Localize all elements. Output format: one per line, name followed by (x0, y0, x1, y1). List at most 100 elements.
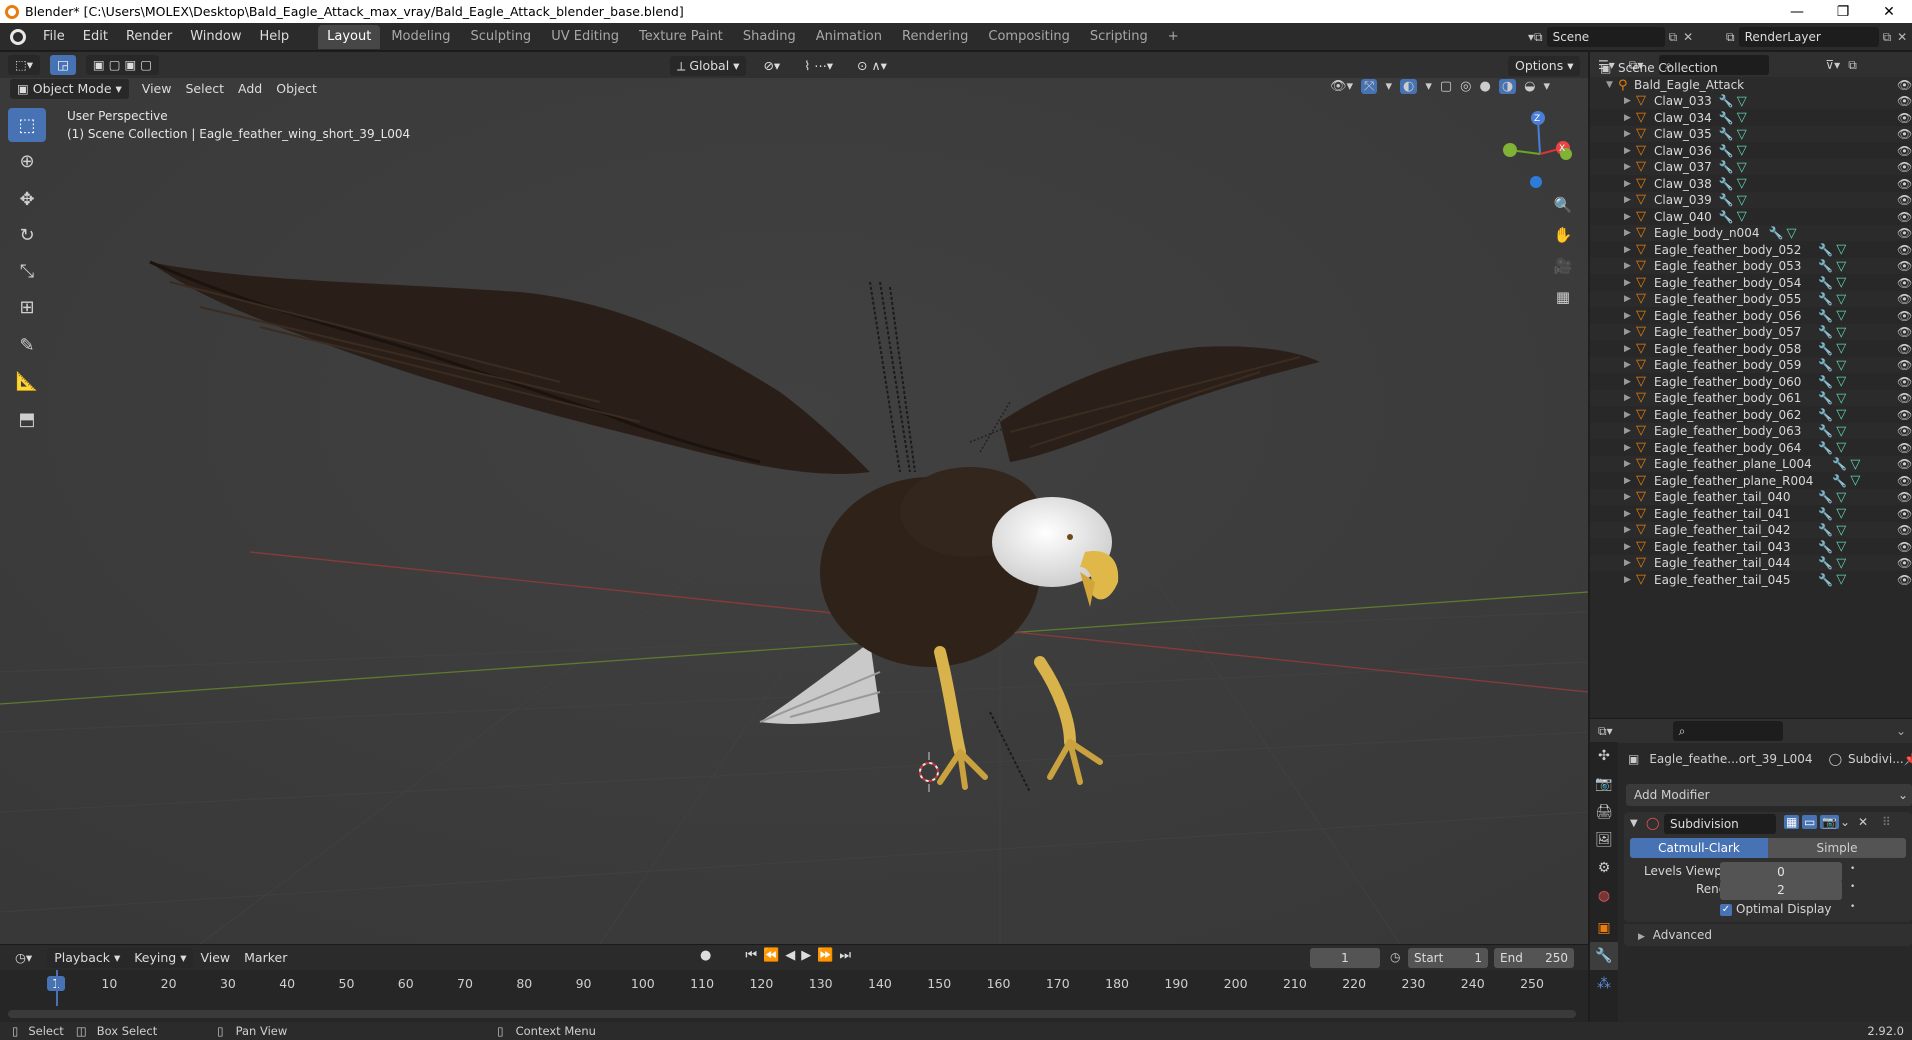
eye-icon[interactable]: 👁 (1897, 424, 1912, 438)
advanced-panel[interactable]: ▶ Advanced (1624, 924, 1912, 946)
modifier-wrench-icon[interactable]: 🔧 (1719, 94, 1734, 108)
move-tool-icon[interactable]: ✥ (8, 182, 46, 216)
outliner-row[interactable]: ▶ ▽ Eagle_feather_body_061 🔧 ▽ 👁 (1590, 390, 1912, 406)
eye-icon[interactable]: 👁 (1897, 408, 1912, 422)
record-icon[interactable]: ● (700, 948, 711, 963)
editor-type-icon[interactable]: ⬚▾ (8, 55, 41, 75)
camera-view-icon[interactable]: 🎥 (1548, 251, 1578, 281)
expand-arrow-icon[interactable]: ▶ (1624, 179, 1631, 189)
eye-icon[interactable]: 👁 (1897, 226, 1912, 240)
outliner-row[interactable]: ▶ ▽ Eagle_feather_body_054 🔧 ▽ 👁 (1590, 275, 1912, 291)
mesh-data-icon[interactable]: ▽ (1737, 193, 1747, 208)
tab-scripting[interactable]: Scripting (1081, 25, 1157, 49)
shading-wireframe-icon[interactable]: ◎ (1460, 79, 1471, 94)
timeline-menu-marker[interactable]: Marker (237, 948, 294, 968)
play-reverse-icon[interactable]: ◀ (785, 948, 795, 963)
playback-dropdown[interactable]: Playback ▾ (47, 947, 128, 968)
selection-mode-icons[interactable]: ▣ ▢ ▣ ▢ (85, 55, 160, 75)
expand-arrow-icon[interactable]: ▶ (1624, 294, 1631, 304)
mesh-data-icon[interactable]: ▽ (1836, 292, 1846, 307)
outliner-row[interactable]: ▶ ▽ Eagle_feather_body_057 🔧 ▽ 👁 (1590, 324, 1912, 340)
outliner-row[interactable]: ▶ ▽ Eagle_feather_body_060 🔧 ▽ 👁 (1590, 374, 1912, 390)
outliner-row[interactable]: ▶ ▽ Eagle_feather_body_059 🔧 ▽ 👁 (1590, 357, 1912, 373)
outliner[interactable]: ☰▾ ⧉▾ ⌕ ⊽▾ ⧉ ▣ Scene Collection ▼ ⚲ Bald_Eag… (1590, 52, 1912, 718)
eye-icon[interactable]: 👁 (1897, 342, 1912, 356)
modifier-wrench-icon[interactable]: 🔧 (1818, 391, 1833, 405)
collapse-arrow-icon[interactable]: ▼ (1630, 818, 1638, 829)
select-tool-icon[interactable]: ◲ (50, 55, 76, 75)
modifier-wrench-icon[interactable]: 🔧 (1769, 226, 1784, 240)
mesh-data-icon[interactable]: ▽ (1836, 523, 1846, 538)
modifier-wrench-icon[interactable]: 🔧 (1719, 210, 1734, 224)
expand-arrow-icon[interactable]: ▶ (1624, 558, 1631, 568)
mesh-data-icon[interactable]: ▽ (1737, 176, 1747, 191)
cursor-tool-icon[interactable]: ⊕ (8, 144, 46, 178)
expand-arrow-icon[interactable]: ▶ (1624, 245, 1631, 255)
mesh-data-icon[interactable]: ▽ (1850, 457, 1860, 472)
outliner-row[interactable]: ▶ ▽ Claw_040 🔧 ▽ 👁 (1590, 209, 1912, 225)
ortho-grid-icon[interactable]: ▦ (1548, 282, 1578, 312)
eye-icon[interactable]: 👁 (1897, 210, 1912, 224)
mesh-data-icon[interactable]: ▽ (1836, 490, 1846, 505)
menu-view[interactable]: View (135, 79, 179, 99)
tab-animation[interactable]: Animation (807, 25, 891, 49)
modifier-wrench-icon[interactable]: 🔧 (1818, 573, 1833, 587)
transform-orientation-dropdown[interactable]: ⟂ Global ▾ (670, 56, 747, 76)
modifier-wrench-icon[interactable]: 🔧 (1719, 177, 1734, 191)
scene-tab-icon[interactable]: ⚙ (1590, 854, 1618, 882)
outliner-row[interactable]: ▶ ▽ Eagle_feather_body_055 🔧 ▽ 👁 (1590, 291, 1912, 307)
mesh-data-icon[interactable]: ▽ (1836, 407, 1846, 422)
outliner-row[interactable]: ▶ ▽ Eagle_feather_body_056 🔧 ▽ 👁 (1590, 308, 1912, 324)
simple-option[interactable]: Simple (1768, 838, 1906, 858)
edit-mode-toggle-icon[interactable]: ▦ (1784, 815, 1800, 829)
remove-layer-icon[interactable]: ✕ (1897, 30, 1907, 44)
mesh-data-icon[interactable]: ▽ (1836, 391, 1846, 406)
world-tab-icon[interactable]: ◍ (1590, 882, 1618, 910)
expand-arrow-icon[interactable]: ▶ (1624, 146, 1631, 156)
transform-tool-icon[interactable]: ⊞ (8, 290, 46, 324)
menu-render[interactable]: Render (117, 26, 181, 48)
outliner-row[interactable]: ▶ ▽ Eagle_body_n004 🔧 ▽ 👁 (1590, 225, 1912, 241)
outliner-row[interactable]: ▶ ▽ Claw_037 🔧 ▽ 👁 (1590, 159, 1912, 175)
mesh-data-icon[interactable]: ▽ (1836, 242, 1846, 257)
eye-icon[interactable]: 👁 (1897, 441, 1912, 455)
outliner-row[interactable]: ▶ ▽ Eagle_feather_plane_R004 🔧 ▽ 👁 (1590, 473, 1912, 489)
modifier-wrench-icon[interactable]: 🔧 (1818, 342, 1833, 356)
3d-viewport[interactable]: Z X (0, 52, 1588, 944)
modifier-wrench-icon[interactable]: 🔧 (1818, 309, 1833, 323)
modifier-wrench-icon[interactable]: 🔧 (1818, 259, 1833, 273)
outliner-row[interactable]: ▶ ▽ Eagle_feather_plane_L004 🔧 ▽ 👁 (1590, 456, 1912, 472)
outliner-row[interactable]: ▶ ▽ Eagle_feather_body_053 🔧 ▽ 👁 (1590, 258, 1912, 274)
expand-arrow-icon[interactable]: ▶ (1624, 261, 1631, 271)
outliner-row[interactable]: ▶ ▽ Claw_033 🔧 ▽ 👁 (1590, 93, 1912, 109)
outliner-row-collection[interactable]: ▼ ⚲ Bald_Eagle_Attack 👁 (1590, 76, 1912, 93)
tab-shading[interactable]: Shading (734, 25, 805, 49)
pivot-icon[interactable]: ⊘▾ (756, 56, 787, 76)
eye-icon[interactable]: 👁 (1897, 457, 1912, 471)
mesh-data-icon[interactable]: ▽ (1836, 424, 1846, 439)
modifier-wrench-icon[interactable]: 🔧 (1818, 523, 1833, 537)
eye-icon[interactable]: 👁 (1897, 78, 1912, 92)
close-button[interactable]: ✕ (1866, 0, 1912, 23)
outliner-row[interactable]: ▶ ▽ Eagle_feather_body_062 🔧 ▽ 👁 (1590, 407, 1912, 423)
render-layer-icon[interactable]: ⧉ (1726, 30, 1735, 45)
outliner-row[interactable]: ▶ ▽ Eagle_feather_body_064 🔧 ▽ 👁 (1590, 440, 1912, 456)
properties-search-input[interactable]: ⌕ (1672, 721, 1783, 741)
expand-arrow-icon[interactable]: ▶ (1624, 129, 1631, 139)
eye-icon[interactable]: 👁 (1897, 391, 1912, 405)
mesh-data-icon[interactable]: ▽ (1737, 160, 1747, 175)
gizmo-toggle-icon[interactable]: ⤧ (1361, 79, 1378, 94)
options-dropdown[interactable]: Options ▾ (1508, 56, 1581, 76)
outliner-row[interactable]: ▶ ▽ Eagle_feather_body_052 🔧 ▽ 👁 (1590, 242, 1912, 258)
mesh-data-icon[interactable]: ▽ (1836, 440, 1846, 455)
catmull-clark-option[interactable]: Catmull-Clark (1630, 838, 1768, 858)
tab-sculpting[interactable]: Sculpting (461, 25, 540, 49)
eye-icon[interactable]: 👁 (1897, 160, 1912, 174)
outliner-row[interactable]: ▶ ▽ Claw_039 🔧 ▽ 👁 (1590, 192, 1912, 208)
jump-start-icon[interactable]: ⏮ (745, 948, 757, 963)
outliner-row[interactable]: ▶ ▽ Eagle_feather_body_058 🔧 ▽ 👁 (1590, 341, 1912, 357)
modifier-wrench-icon[interactable]: 🔧 (1818, 358, 1833, 372)
eye-icon[interactable]: 👁 (1897, 309, 1912, 323)
mesh-data-icon[interactable]: ▽ (1836, 341, 1846, 356)
menu-help[interactable]: Help (251, 26, 299, 48)
